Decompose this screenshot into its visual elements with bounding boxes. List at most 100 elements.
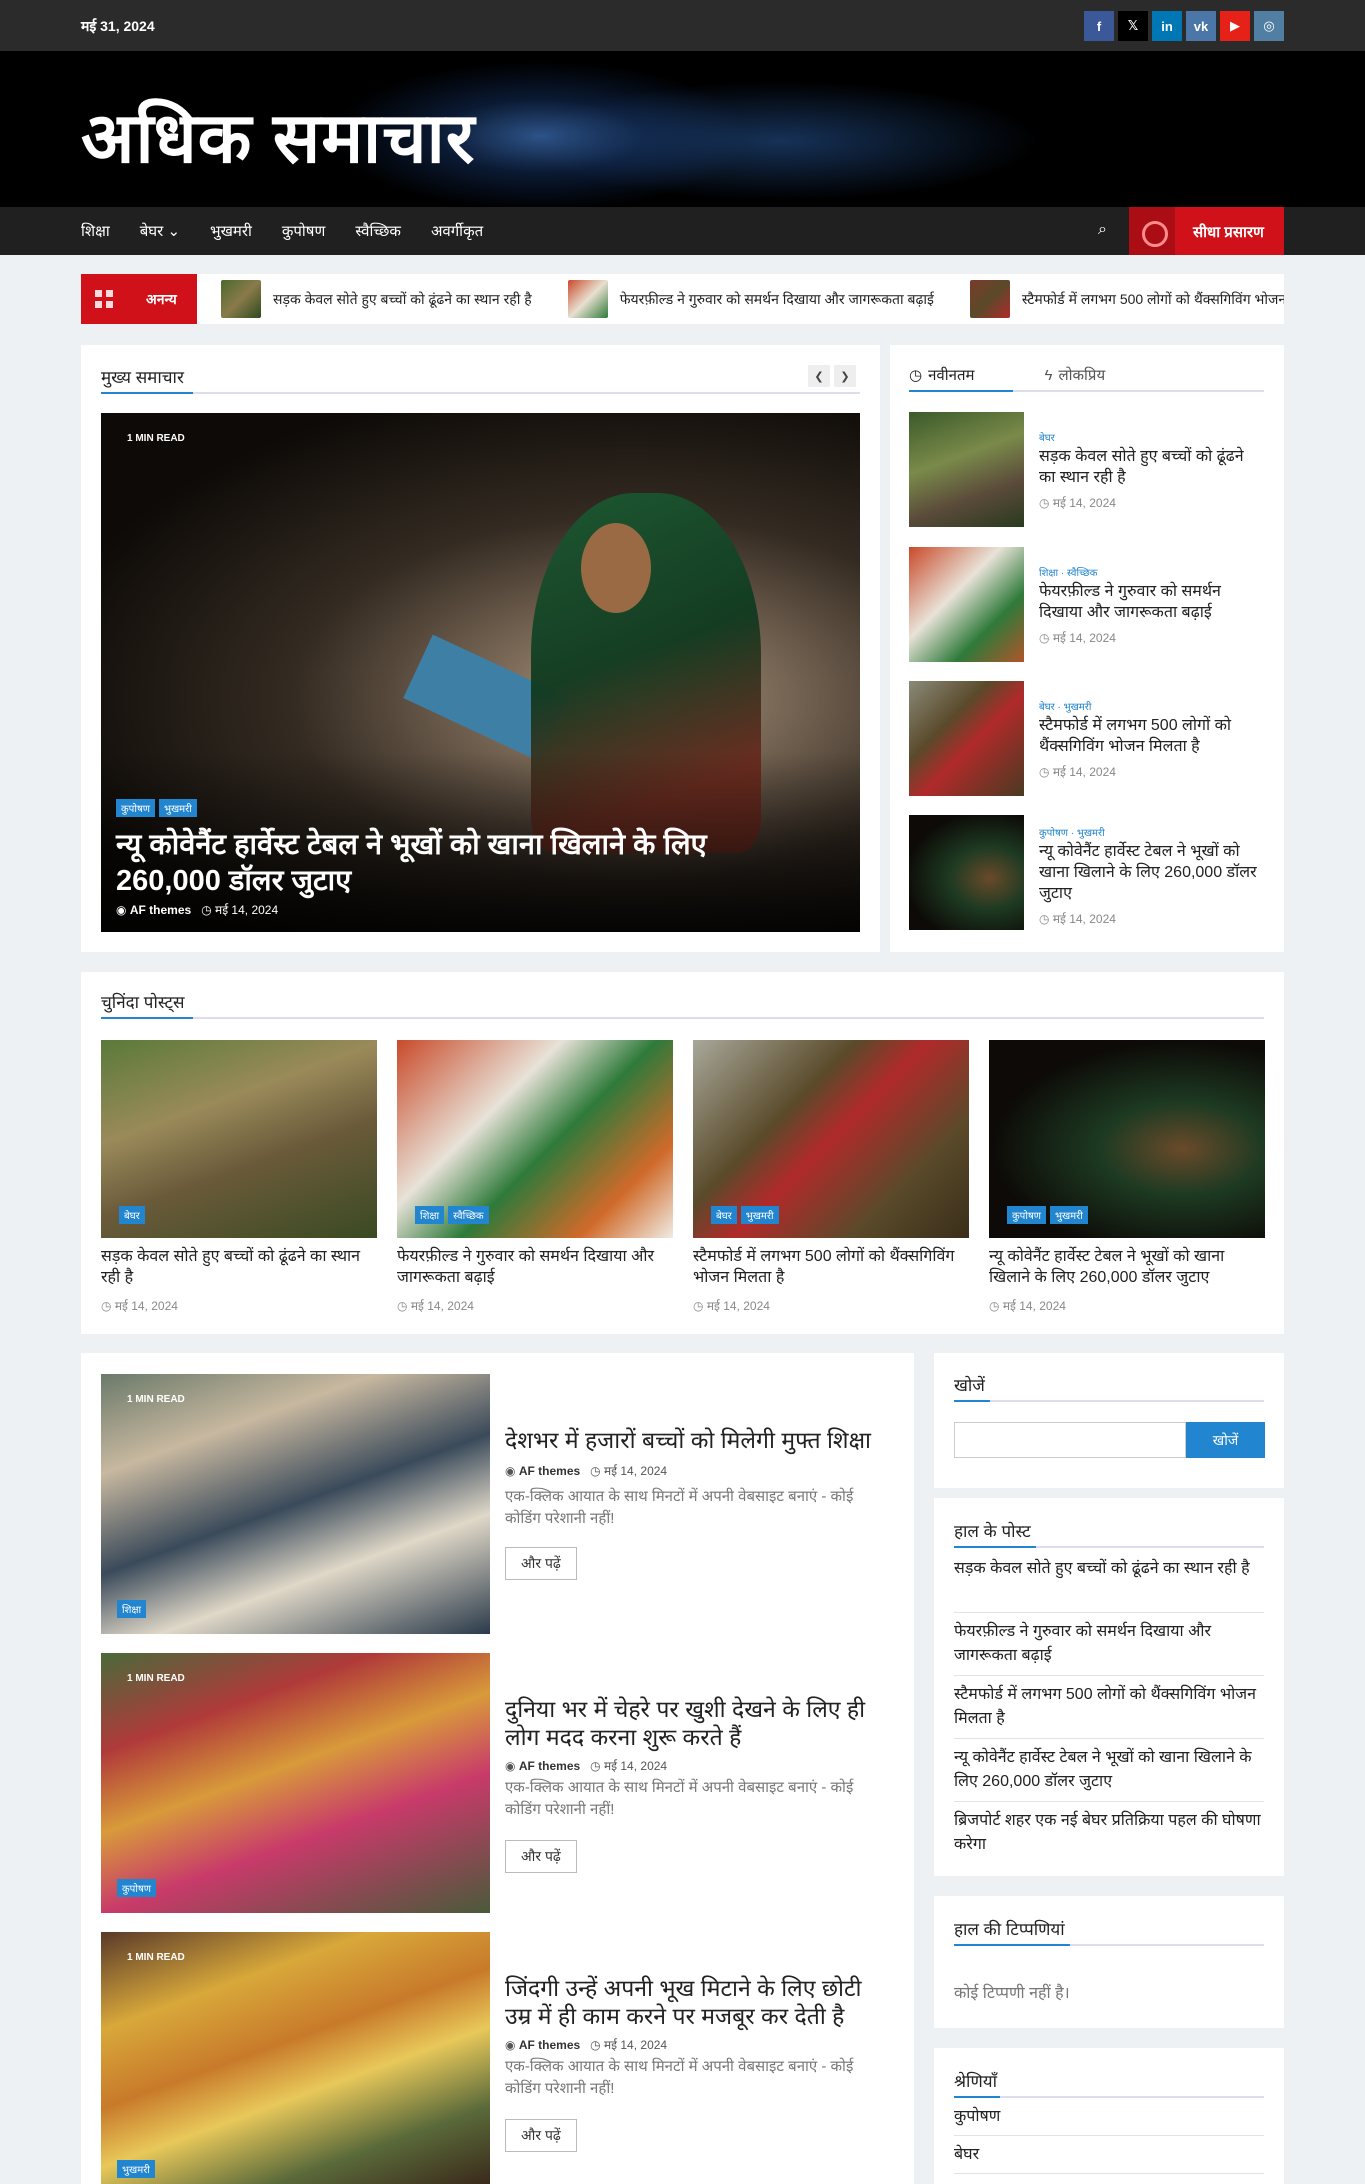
nav-item-education[interactable]: शिक्षा — [81, 221, 110, 241]
divider — [954, 1738, 1264, 1739]
next-arrow-icon[interactable]: ❯ — [834, 365, 856, 387]
author-name[interactable]: AF themes — [130, 903, 191, 917]
post-item: 1 MIN READ शिक्षा देशभर में हजारों बच्चो… — [101, 1374, 871, 1634]
side-list-categories[interactable]: कुपोषण · भुखमरी — [1039, 825, 1105, 839]
ticker-item[interactable]: फेयरफ़ील्ड ने गुरुवार को समर्थन दिखाया औ… — [567, 280, 934, 318]
x-icon[interactable]: 𝕏 — [1118, 11, 1148, 41]
nav-item-voluntary[interactable]: स्वैच्छिक — [355, 221, 401, 241]
category-link[interactable]: बेघर — [954, 2143, 1264, 2167]
recent-post-link[interactable]: फेयरफ़ील्ड ने गुरुवार को समर्थन दिखाया औ… — [954, 1620, 1264, 1668]
youtube-icon[interactable]: ▶ — [1220, 11, 1250, 41]
category-tag[interactable]: कुपोषण — [1007, 1206, 1046, 1224]
instagram-icon[interactable]: ◎ — [1254, 11, 1284, 41]
category-tag[interactable]: बेघर — [119, 1206, 145, 1224]
search-input[interactable] — [954, 1422, 1186, 1458]
main-news-meta: ◉ AF themes ◷ मई 14, 2024 — [116, 901, 278, 918]
widget-underline — [954, 1944, 1264, 1946]
nav-item-hunger[interactable]: भुखमरी — [210, 221, 252, 241]
post-item: 1 MIN READ कुपोषण दुनिया भर में चेहरे पर… — [101, 1653, 865, 1913]
prev-arrow-icon[interactable]: ❮ — [808, 365, 830, 387]
author-name[interactable]: AF themes — [519, 1759, 580, 1773]
category-tag[interactable]: कुपोषण — [116, 799, 155, 817]
post-title[interactable]: जिंदगी उन्हें अपनी भूख मिटाने के लिए छोट… — [505, 1974, 875, 2030]
tab-latest[interactable]: ◷ नवीनतम — [909, 365, 975, 385]
ticker-item-title: स्टैमफोर्ड में लगभग 500 लोगों को थैंक्सग… — [1021, 290, 1284, 307]
main-news-slide[interactable]: 1 MIN READ कुपोषण भुखमरी न्यू कोवेनैंट हा… — [101, 413, 860, 932]
search-button[interactable]: खोजें — [1186, 1422, 1265, 1458]
side-list-thumbnail[interactable] — [909, 681, 1024, 796]
min-read-label: 1 MIN READ — [127, 1673, 185, 1684]
widget-underline — [954, 1546, 1264, 1548]
category-tag[interactable]: भुखमरी — [740, 1206, 779, 1224]
author-name[interactable]: AF themes — [519, 1464, 580, 1478]
category-tag[interactable]: कुपोषण — [117, 1879, 156, 1897]
category-link[interactable]: कुपोषण — [954, 2105, 1264, 2129]
nav-item-homeless[interactable]: बेघर ⌄ — [140, 221, 180, 241]
latest-popular-tabs: ◷ नवीनतम ϟ लोकप्रिय — [909, 365, 1105, 385]
side-list-title[interactable]: फेयरफ़ील्ड ने गुरुवार को समर्थन दिखाया औ… — [1039, 581, 1264, 623]
category-tag[interactable]: स्वैच्छिक — [448, 1206, 489, 1224]
post-image[interactable]: 1 MIN READ भुखमरी — [101, 1932, 490, 2184]
nav-item-uncategorized[interactable]: अवर्गीकृत — [431, 221, 483, 241]
featured-card-date: ◷ मई 14, 2024 — [397, 1299, 474, 1313]
side-list-thumbnail[interactable] — [909, 815, 1024, 930]
side-list-title[interactable]: स्टैमफोर्ड में लगभग 500 लोगों को थैंक्सग… — [1039, 715, 1264, 757]
category-tag[interactable]: भुखमरी — [1049, 1206, 1088, 1224]
side-list-title[interactable]: न्यू कोवेनैंट हार्वेस्ट टेबल ने भूखों को… — [1039, 841, 1264, 904]
category-tag[interactable]: बेघर — [711, 1206, 737, 1224]
live-button[interactable]: सीधा प्रसारण — [1129, 207, 1284, 255]
post-image[interactable]: 1 MIN READ शिक्षा — [101, 1374, 490, 1634]
post-excerpt: एक-क्लिक आयात के साथ मिनटों में अपनी वेब… — [505, 1779, 854, 1818]
featured-card-title[interactable]: फेयरफ़ील्ड ने गुरुवार को समर्थन दिखाया औ… — [397, 1246, 673, 1288]
post-title[interactable]: देशभर में हजारों बच्चों को मिलेगी मुफ्त … — [505, 1426, 875, 1454]
top-bar: मई 31, 2024 f 𝕏 in vk ▶ ◎ — [0, 0, 1365, 51]
tabs-underline — [909, 390, 1264, 392]
side-list-thumbnail[interactable] — [909, 547, 1024, 662]
nav-item-malnutrition[interactable]: कुपोषण — [282, 221, 325, 241]
ticker-thumbnail — [221, 280, 261, 318]
vk-icon[interactable]: vk — [1186, 11, 1216, 41]
side-list-item[interactable]: बेघर · भुखमरी स्टैमफोर्ड में लगभग 500 लो… — [909, 681, 1264, 796]
main-news-tags: कुपोषण भुखमरी — [116, 799, 201, 817]
recent-post-link[interactable]: ब्रिजपोर्ट शहर एक नई बेघर प्रतिक्रिया पह… — [954, 1809, 1264, 1857]
ticker-item[interactable]: सड़क केवल सोते हुए बच्चों को ढूंढने का स… — [221, 280, 532, 318]
facebook-icon[interactable]: f — [1084, 11, 1114, 41]
post-excerpt: एक-क्लिक आयात के साथ मिनटों में अपनी वेब… — [505, 2058, 854, 2097]
side-list-item[interactable]: शिक्षा · स्वैच्छिक फेयरफ़ील्ड ने गुरुवार… — [909, 547, 1264, 662]
header-background-glow — [520, 81, 1040, 201]
featured-card-title[interactable]: सड़क केवल सोते हुए बच्चों को ढूंढने का स… — [101, 1246, 377, 1288]
ticker-thumbnail — [969, 280, 1010, 318]
side-list-categories[interactable]: बेघर — [1039, 430, 1055, 444]
read-more-button[interactable]: और पढ़ें — [505, 1547, 577, 1580]
recent-post-link[interactable]: न्यू कोवेनैंट हार्वेस्ट टेबल ने भूखों को… — [954, 1746, 1264, 1794]
tab-popular[interactable]: ϟ लोकप्रिय — [1045, 365, 1106, 385]
ticker-item[interactable]: स्टैमफोर्ड में लगभग 500 लोगों को थैंक्सग… — [969, 280, 1284, 318]
category-tag[interactable]: भुखमरी — [158, 799, 197, 817]
main-news-title[interactable]: न्यू कोवेनैंट हार्वेस्ट टेबल ने भूखों को… — [116, 827, 816, 899]
side-list-item[interactable]: बेघर सड़क केवल सोते हुए बच्चों को ढूंढने… — [909, 412, 1264, 527]
side-list-title[interactable]: सड़क केवल सोते हुए बच्चों को ढूंढने का स… — [1039, 446, 1264, 488]
post-title[interactable]: दुनिया भर में चेहरे पर खुशी देखने के लिए… — [505, 1695, 875, 1751]
search-icon[interactable]: ⌕ — [1098, 221, 1107, 239]
widget-title-comments: हाल की टिप्पणियां — [954, 1920, 1065, 1939]
linkedin-icon[interactable]: in — [1152, 11, 1182, 41]
live-icon — [1129, 207, 1175, 255]
side-list-categories[interactable]: शिक्षा · स्वैच्छिक — [1039, 565, 1097, 579]
recent-post-link[interactable]: स्टैमफोर्ड में लगभग 500 लोगों को थैंक्सग… — [954, 1683, 1264, 1731]
recent-post-link[interactable]: सड़क केवल सोते हुए बच्चों को ढूंढने का स… — [954, 1557, 1264, 1581]
side-list-item[interactable]: कुपोषण · भुखमरी न्यू कोवेनैंट हार्वेस्ट … — [909, 815, 1264, 930]
read-more-button[interactable]: और पढ़ें — [505, 2119, 577, 2152]
category-tag[interactable]: शिक्षा — [415, 1206, 445, 1224]
featured-card-title[interactable]: न्यू कोवेनैंट हार्वेस्ट टेबल ने भूखों को… — [989, 1246, 1265, 1288]
featured-card-title[interactable]: स्टैमफोर्ड में लगभग 500 लोगों को थैंक्सग… — [693, 1246, 969, 1288]
tab-popular-label: लोकप्रिय — [1058, 367, 1106, 384]
read-more-button[interactable]: और पढ़ें — [505, 1840, 577, 1873]
category-tag[interactable]: शिक्षा — [117, 1600, 147, 1618]
site-title[interactable]: अधिक समाचार — [81, 87, 475, 183]
category-tag[interactable]: भुखमरी — [117, 2160, 155, 2178]
author-name[interactable]: AF themes — [519, 2038, 580, 2052]
side-list-categories[interactable]: बेघर · भुखमरी — [1039, 699, 1091, 713]
side-list-thumbnail[interactable] — [909, 412, 1024, 527]
section-underline — [101, 1017, 1264, 1019]
post-image[interactable]: 1 MIN READ कुपोषण — [101, 1653, 490, 1913]
